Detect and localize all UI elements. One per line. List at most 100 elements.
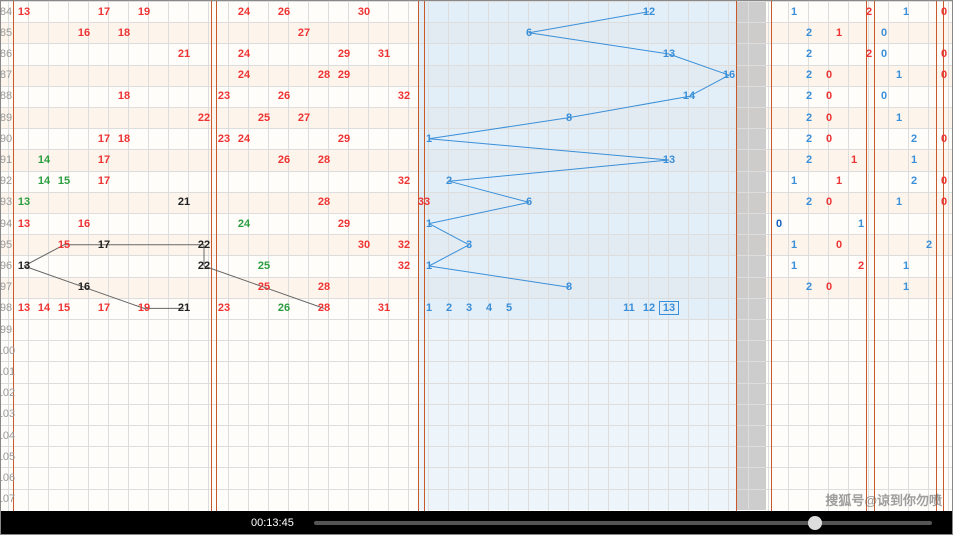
cell-value: 28 [314,302,334,314]
cell-value: 0 [934,6,953,18]
watermark: 搜狐号@谅到你勿喷 [825,490,942,509]
cell-value: 18 [114,27,134,39]
slider-knob[interactable] [808,516,822,530]
cell-value: 31 [374,302,394,314]
cell-value: 32 [394,175,414,187]
play-time: 00:13:45 [251,517,294,529]
cell-value: 22 [194,112,214,124]
cell-value: 1 [896,260,916,272]
cell-value: 19 [134,302,154,314]
cell-value: 1 [896,281,916,293]
cell-value: 91 [0,154,16,166]
cell-value: 2 [904,175,924,187]
period-row [1,489,952,510]
cell-value: 0 [819,196,839,208]
cell-value: 2 [799,133,819,145]
cell-value: 100 [0,345,16,357]
cell-value: 13 [659,301,679,315]
cell-value: 2 [851,260,871,272]
cell-value: 0 [819,112,839,124]
cell-value: 32 [394,260,414,272]
cell-value: 0 [874,48,894,60]
cell-value: 0 [934,175,953,187]
cell-value: 21 [174,302,194,314]
cell-value: 92 [0,175,16,187]
cell-value: 24 [234,218,254,230]
cell-value: 14 [679,90,699,102]
cell-value: 0 [829,239,849,251]
cell-value: 13 [14,302,34,314]
period-row [1,340,952,361]
cell-value: 21 [174,196,194,208]
cell-value: 90 [0,133,16,145]
cell-value: 26 [274,154,294,166]
progress-slider[interactable] [314,521,932,525]
cell-value: 106 [0,472,16,484]
cell-value: 1 [829,175,849,187]
period-row [1,319,952,340]
cell-value: 0 [934,48,953,60]
cell-value: 2 [919,239,939,251]
cell-value: 102 [0,387,16,399]
cell-value: 0 [819,69,839,81]
cell-value: 1 [419,218,439,230]
cell-value: 95 [0,239,16,251]
cell-value: 2 [799,154,819,166]
cell-value: 89 [0,112,16,124]
period-row [1,425,952,446]
cell-value: 14 [34,175,54,187]
cell-value: 16 [74,218,94,230]
cell-value: 26 [274,90,294,102]
chart-container: 8485868788899091929394959697989910010110… [0,0,953,535]
cell-value: 29 [334,69,354,81]
cell-value: 2 [799,48,819,60]
period-row [1,467,952,488]
cell-value: 1 [829,27,849,39]
cell-value: 1 [896,6,916,18]
cell-value: 28 [314,196,334,208]
cell-value: 8 [559,112,579,124]
cell-value: 1 [784,175,804,187]
cell-value: 12 [639,302,659,314]
cell-value: 105 [0,451,16,463]
cell-value: 29 [334,133,354,145]
cell-value: 19 [134,6,154,18]
cell-value: 0 [819,90,839,102]
period-row [1,383,952,404]
cell-value: 22 [194,260,214,272]
cell-value: 17 [94,133,114,145]
cell-value: 97 [0,281,16,293]
cell-value: 17 [94,175,114,187]
cell-value: 1 [904,154,924,166]
cell-value: 29 [334,48,354,60]
cell-value: 27 [294,112,314,124]
cell-value: 33 [414,196,434,208]
cell-value: 1 [419,260,439,272]
cell-value: 32 [394,239,414,251]
cell-value: 103 [0,408,16,420]
cell-value: 2 [799,27,819,39]
cell-value: 4 [479,302,499,314]
cell-value: 8 [559,281,579,293]
cell-value: 18 [114,90,134,102]
cell-value: 1 [784,260,804,272]
cell-value: 17 [94,6,114,18]
cell-value: 0 [819,133,839,145]
cell-value: 107 [0,493,16,505]
cell-value: 26 [274,302,294,314]
cell-value: 2 [859,6,879,18]
cell-value: 24 [234,48,254,60]
cell-value: 25 [254,260,274,272]
cell-value: 17 [94,154,114,166]
cell-value: 5 [499,302,519,314]
cell-value: 2 [904,133,924,145]
cell-value: 30 [354,6,374,18]
cell-value: 30 [354,239,374,251]
cell-value: 0 [934,133,953,145]
cell-value: 1 [889,112,909,124]
cell-value: 14 [34,154,54,166]
cell-value: 11 [619,302,639,314]
cell-value: 13 [659,154,679,166]
video-controls[interactable]: 00:13:45 [1,511,952,534]
cell-value: 1 [784,6,804,18]
